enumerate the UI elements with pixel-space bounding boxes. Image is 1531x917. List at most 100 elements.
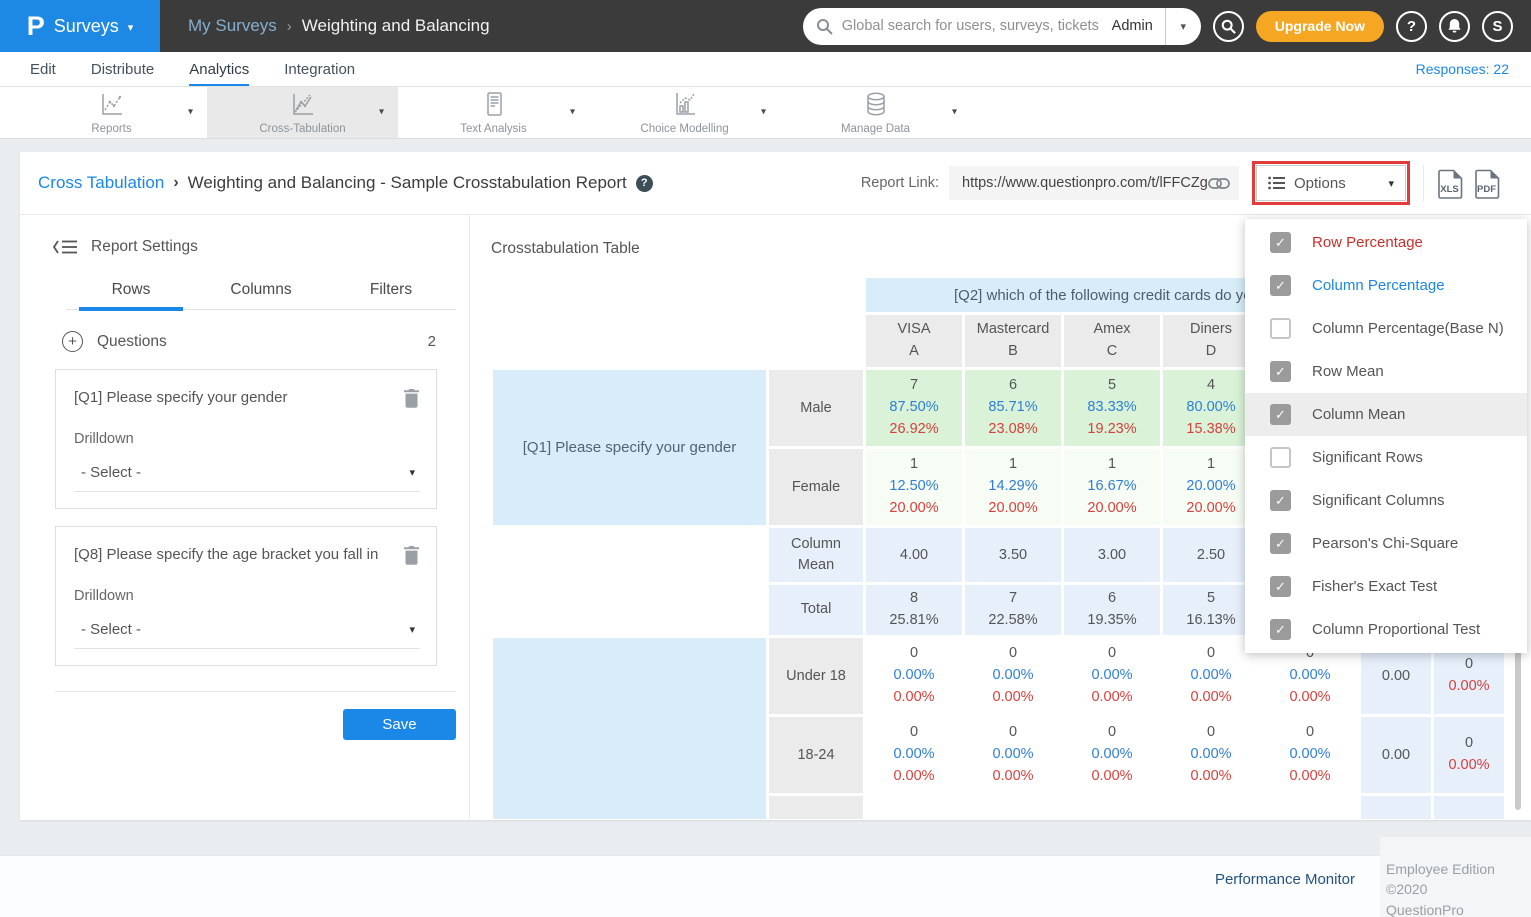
breadcrumb-my-surveys[interactable]: My Surveys [188, 16, 277, 36]
report-link-field[interactable]: https://www.questionpro.com/t/lFFCZg [949, 166, 1239, 200]
summary-cell: 4.00 [866, 528, 962, 582]
question-card: [Q1] Please specify your genderDrilldown… [55, 369, 437, 509]
cell-line: 4 [1207, 375, 1215, 397]
cell-line: 0 [1207, 643, 1215, 665]
menu-item-significant-columns[interactable]: ✓Significant Columns [1245, 479, 1527, 522]
chevron-down-icon[interactable]: ▾ [188, 106, 193, 117]
search-submit-button[interactable] [1213, 11, 1244, 42]
data-cell [1064, 796, 1160, 819]
cell-line: 85.71% [988, 397, 1037, 419]
nav-item-analytics[interactable]: Analytics [189, 52, 249, 86]
upgrade-now-button[interactable]: Upgrade Now [1256, 11, 1384, 42]
cell-line: 23.08% [988, 419, 1037, 441]
tab-rows[interactable]: Rows [66, 281, 196, 309]
checkbox-significant-columns[interactable]: ✓ [1270, 490, 1291, 511]
menu-item-column-percentage[interactable]: ✓ Column Percentage [1245, 264, 1527, 307]
delete-question-button[interactable] [403, 545, 420, 565]
drilldown-select[interactable]: - Select -▾ [74, 621, 420, 649]
checkbox-column-percentage[interactable]: ✓ [1270, 275, 1291, 296]
cell-line: 7 [910, 375, 918, 397]
cell-line: 20.00% [1186, 476, 1235, 498]
row-header-female: Female [769, 449, 863, 525]
toolbar-item-choice-modelling[interactable]: Choice Modelling▾ [589, 87, 780, 138]
cross-tabulation-link[interactable]: Cross Tabulation [38, 173, 164, 193]
topbar-actions: Admin ▾ Upgrade Now ? S [803, 8, 1531, 45]
cell-line: 0 [1465, 733, 1473, 755]
menu-item-label: Row Percentage [1312, 234, 1423, 251]
menu-item-significant-rows[interactable]: Significant Rows [1245, 436, 1527, 479]
cell-line: 1 [1108, 454, 1116, 476]
checkbox-row-percentage[interactable]: ✓ [1270, 232, 1291, 253]
nav-item-distribute[interactable]: Distribute [91, 52, 154, 86]
cell-line: 20.00% [988, 498, 1037, 520]
menu-item-column-proportional-test[interactable]: ✓Column Proportional Test [1245, 608, 1527, 651]
checkbox-fisher-s-exact-test[interactable]: ✓ [1270, 576, 1291, 597]
question-mark-icon: ? [1407, 18, 1416, 35]
menu-item-pearson-s-chi-square[interactable]: ✓Pearson's Chi-Square [1245, 522, 1527, 565]
checkbox-significant-rows[interactable] [1270, 447, 1291, 468]
options-button[interactable]: Options ▾ [1256, 165, 1406, 201]
chevron-down-icon: ▾ [128, 19, 134, 34]
delete-question-button[interactable] [403, 388, 420, 408]
report-url: https://www.questionpro.com/t/lFFCZg [962, 175, 1208, 191]
report-title: Weighting and Balancing - Sample Crossta… [188, 173, 627, 193]
toolbar-item-text-analysis[interactable]: Text Analysis▾ [398, 87, 589, 138]
save-button[interactable]: Save [343, 709, 456, 740]
search-scope-selector[interactable]: Admin [1100, 18, 1165, 34]
add-question-button[interactable]: + [62, 331, 83, 352]
toolbar-item-reports[interactable]: Reports▾ [16, 87, 207, 138]
link-icon[interactable] [1208, 177, 1230, 190]
cell-line: 14.29% [988, 476, 1037, 498]
notifications-button[interactable] [1439, 11, 1470, 42]
nav-item-integration[interactable]: Integration [284, 52, 355, 86]
tab-filters[interactable]: Filters [326, 281, 456, 309]
menu-item-row-percentage[interactable]: ✓ Row Percentage [1245, 221, 1527, 264]
checkbox-column-mean[interactable]: ✓ [1270, 404, 1291, 425]
data-cell: 00.00%0.00% [1064, 717, 1160, 793]
help-badge[interactable]: ? [636, 175, 653, 192]
tab-columns[interactable]: Columns [196, 281, 326, 309]
chevron-down-icon[interactable]: ▾ [952, 106, 957, 117]
search-scope-dropdown-icon[interactable]: ▾ [1165, 8, 1201, 45]
performance-monitor-link[interactable]: Performance Monitor [1215, 871, 1355, 888]
drilldown-select[interactable]: - Select -▾ [74, 464, 420, 492]
menu-item-column-mean[interactable]: ✓Column Mean [1245, 393, 1527, 436]
menu-item-fisher-s-exact-test[interactable]: ✓Fisher's Exact Test [1245, 565, 1527, 608]
data-cell: 00.00%0.00% [965, 638, 1061, 714]
cell-line: 0 [910, 643, 918, 665]
column-header-mastercard: MastercardB [965, 315, 1061, 367]
breadcrumb-current-survey: Weighting and Balancing [302, 16, 490, 36]
nav-item-edit[interactable]: Edit [30, 52, 56, 86]
toolbar-item-cross-tabulation[interactable]: Cross-Tabulation▾ [207, 87, 398, 138]
question-label: [Q1] Please specify your gender [74, 388, 403, 408]
checkbox-pearson-s-chi-square[interactable]: ✓ [1270, 533, 1291, 554]
menu-item-label: Column Percentage [1312, 277, 1445, 294]
cell-line: 25.81% [889, 610, 938, 632]
survey-subnav: EditDistributeAnalyticsIntegration Respo… [0, 52, 1531, 87]
cell-line: 19.23% [1087, 419, 1136, 441]
toolbar-item-manage-data[interactable]: Manage Data▾ [780, 87, 971, 138]
collapse-panel-icon[interactable] [53, 239, 78, 255]
menu-item-column-percentage-base-n[interactable]: Column Percentage(Base N) [1245, 307, 1527, 350]
chevron-down-icon[interactable]: ▾ [379, 106, 384, 117]
row-header-male: Male [769, 370, 863, 446]
cell-line: 8 [910, 588, 918, 610]
divider [1423, 165, 1424, 201]
export-xls-button[interactable]: XLS [1437, 168, 1464, 199]
report-link-label: Report Link: [861, 175, 939, 191]
app-logo-surveys-switcher[interactable]: P Surveys ▾ [0, 0, 160, 52]
checkbox-column-percentage-base-n[interactable] [1270, 318, 1291, 339]
help-button[interactable]: ? [1396, 11, 1427, 42]
menu-item-label: Column Percentage(Base N) [1312, 320, 1504, 337]
search-input[interactable] [842, 18, 1100, 34]
checkbox-row-mean[interactable]: ✓ [1270, 361, 1291, 382]
avatar[interactable]: S [1482, 11, 1513, 42]
edition-line2: ©2020 QuestionPro [1386, 879, 1504, 917]
export-pdf-button[interactable]: PDF [1474, 168, 1501, 199]
cell-line: 5 [1207, 588, 1215, 610]
checkbox-column-proportional-test[interactable]: ✓ [1270, 619, 1291, 640]
chevron-down-icon: ▾ [1388, 177, 1394, 190]
chevron-down-icon[interactable]: ▾ [761, 106, 766, 117]
chevron-down-icon[interactable]: ▾ [570, 106, 575, 117]
menu-item-row-mean[interactable]: ✓Row Mean [1245, 350, 1527, 393]
